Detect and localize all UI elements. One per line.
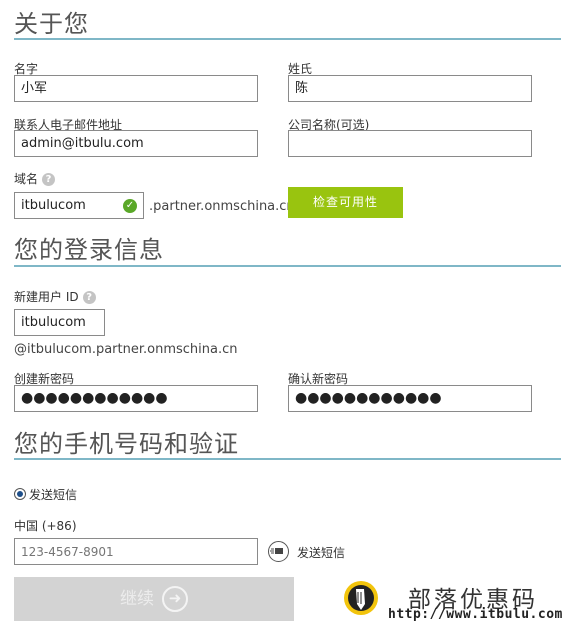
check-icon: ✓ [123,199,137,213]
arrow-right-circle-icon: ➜ [162,586,188,612]
section-divider [14,458,561,460]
password-field[interactable]: ●●●●●●●●●●●● [14,385,258,412]
domain-label: 域名 [14,172,39,186]
section-title-login: 您的登录信息 [14,236,164,264]
user-id-field[interactable]: itbulucom [14,309,105,336]
user-id-suffix: @itbulucom.partner.onmschina.cn [14,342,238,357]
user-id-label: 新建用户 ID [14,290,79,304]
pencil-logo-icon [343,580,379,616]
section-title-phone: 您的手机号码和验证 [14,430,239,458]
domain-field[interactable]: itbulucom ✓ [14,192,144,219]
check-availability-button[interactable]: 检查可用性 [288,187,403,218]
phone-number-input[interactable] [14,538,258,565]
send-sms-radio-label: 发送短信 [29,488,78,502]
send-sms-radio[interactable] [14,488,26,500]
email-field[interactable]: admin@itbulu.com [14,130,258,157]
last-name-field[interactable]: 陈 [288,75,532,102]
help-icon[interactable]: ? [82,291,96,304]
help-icon[interactable]: ? [42,173,56,186]
domain-suffix: .partner.onmschina.cn [149,199,295,214]
first-name-field[interactable]: 小军 [14,75,258,102]
section-divider [14,265,561,267]
company-field[interactable] [288,130,532,157]
send-sms-button[interactable]: 发送短信 [297,544,345,561]
user-id-label-row: 新建用户 ID? [14,288,96,305]
domain-label-row: 域名? [14,170,56,187]
section-divider [14,38,561,40]
continue-button[interactable]: 继续 ➜ [14,577,294,621]
confirm-password-field[interactable]: ●●●●●●●●●●●● [288,385,532,412]
domain-value: itbulucom [21,198,86,213]
watermark-url: http://www.itbulu.com [388,607,563,622]
continue-label: 继续 [120,589,154,609]
country-code: 中国 (+86) [14,519,77,533]
section-title-about: 关于您 [14,10,89,38]
sms-icon[interactable] [268,541,289,562]
